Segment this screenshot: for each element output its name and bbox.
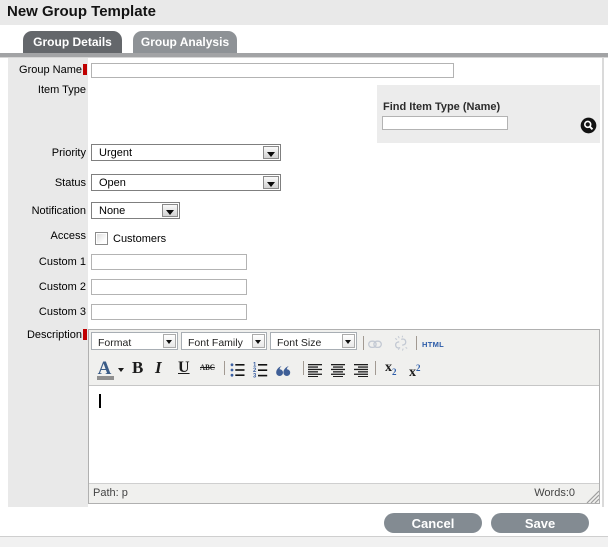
svg-text:3: 3 [253,374,257,379]
